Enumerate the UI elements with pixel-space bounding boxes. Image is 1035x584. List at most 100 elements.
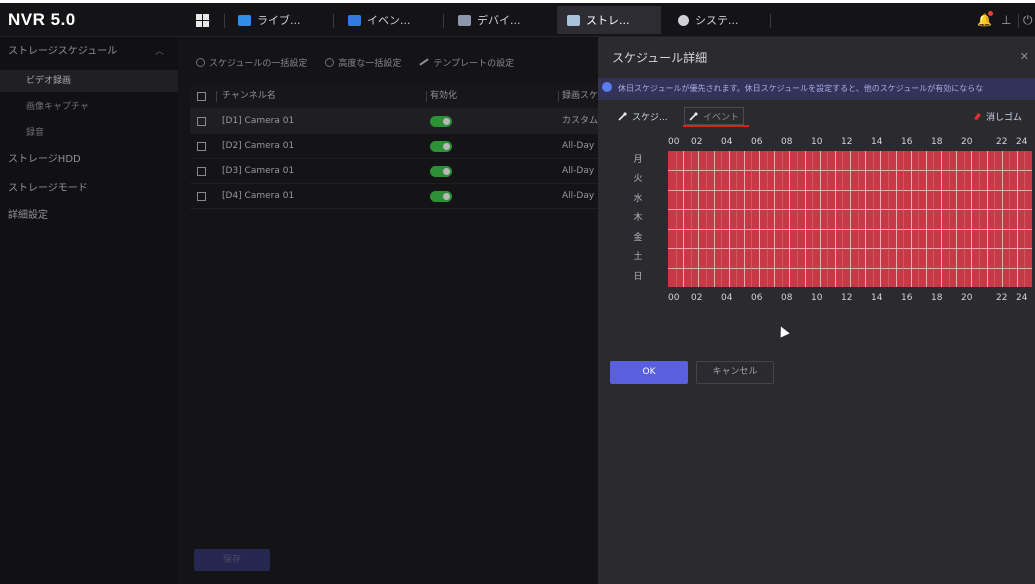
event-icon [348, 14, 361, 26]
schedule-mode-button[interactable]: スケジ... [614, 107, 672, 125]
sidebar-item-storage-hdd[interactable]: ストレージHDD [0, 149, 178, 171]
enable-toggle[interactable] [430, 141, 452, 152]
sidebar-item-audio[interactable]: 録音 [0, 122, 178, 144]
hour-tick: 14 [871, 293, 883, 303]
schedule-value[interactable]: All-Day [562, 184, 598, 209]
save-button[interactable]: 保存 [194, 549, 270, 571]
hour-tick: 14 [871, 137, 883, 147]
hour-tick: 06 [751, 137, 763, 147]
grid-column-line [676, 151, 677, 287]
enable-toggle[interactable] [430, 166, 452, 177]
grid-column-line [865, 151, 866, 287]
sidebar: ストレージスケジュール ︿ ビデオ録画 画像キャプチャ 録音 ストレージHDD … [0, 37, 178, 584]
grid-column-line [767, 151, 768, 287]
chevron-up-icon: ︿ [154, 47, 164, 57]
row-checkbox[interactable] [197, 192, 206, 201]
template-settings-button[interactable]: テンプレートの設定 [419, 55, 514, 69]
tab-event[interactable]: イベン... [338, 6, 421, 34]
grid-column-line [1009, 151, 1010, 287]
grid-column-line [873, 151, 874, 287]
hour-tick: 06 [751, 293, 763, 303]
sidebar-item-advanced[interactable]: 詳細設定 [0, 205, 178, 227]
grid-column-line [721, 151, 722, 287]
table-row[interactable]: [D1] Camera 01 カスタム [190, 109, 598, 134]
nav-divider [224, 14, 225, 28]
panel-title: スケジュール詳細 [612, 51, 708, 65]
grid-column-line [918, 151, 919, 287]
time-axis-bottom: 00 02 04 06 08 10 12 14 16 18 20 22 24 [668, 293, 1032, 305]
grid-column-line [729, 151, 730, 287]
select-all-checkbox[interactable] [197, 92, 206, 101]
template-settings-label: テンプレートの設定 [433, 58, 515, 69]
column-divider [216, 91, 217, 102]
row-checkbox[interactable] [197, 117, 206, 126]
sidebar-item-storage-mode[interactable]: ストレージモード [0, 178, 178, 200]
nav-divider [333, 14, 334, 28]
export-icon[interactable]: ⊥ [1001, 13, 1011, 27]
grid-column-line [842, 151, 843, 287]
row-checkbox[interactable] [197, 167, 206, 176]
top-navigation-bar: NVR 5.0 ライブ... イベン... デバイ... ストレ... システ.… [0, 3, 1035, 37]
advanced-batch-button[interactable]: 高度な一括設定 [325, 55, 401, 69]
storage-icon [567, 14, 580, 26]
schedule-value[interactable]: カスタム [562, 109, 598, 134]
column-divider [558, 91, 559, 102]
close-icon[interactable]: ✕ [1020, 50, 1029, 63]
table-header: チャンネル名 有効化 録画スケ [190, 84, 598, 109]
notification-dot [988, 11, 993, 16]
home-grid-icon[interactable] [196, 14, 209, 27]
tab-system[interactable]: システ... [668, 6, 749, 34]
tab-event-label: イベン... [367, 14, 411, 27]
schedule-value[interactable]: All-Day [562, 159, 598, 184]
column-header-enable: 有効化 [430, 91, 458, 101]
event-mode-button[interactable]: イベント [684, 107, 745, 125]
tab-live[interactable]: ライブ... [228, 6, 311, 34]
tab-device[interactable]: デバイ... [448, 6, 531, 34]
grid-column-line [933, 151, 934, 287]
sidebar-section-storage-schedule[interactable]: ストレージスケジュール ︿ [0, 41, 178, 63]
schedule-value[interactable]: All-Day [562, 134, 598, 159]
wand-icon [689, 112, 698, 121]
tab-storage[interactable]: ストレ... [557, 6, 661, 34]
eraser-button[interactable]: 消しゴム [968, 107, 1026, 125]
row-checkbox[interactable] [197, 142, 206, 151]
sidebar-item-label: ストレージHDD [8, 154, 81, 165]
weekly-schedule-grid[interactable] [668, 151, 1032, 287]
grid-column-line [820, 151, 821, 287]
tab-live-label: ライブ... [257, 14, 301, 27]
table-row[interactable]: [D2] Camera 01 All-Day [190, 134, 598, 159]
batch-schedule-button[interactable]: スケジュールの一括設定 [196, 55, 307, 69]
schedule-toolbar: スケジュールの一括設定 高度な一括設定 テンプレートの設定 [196, 55, 514, 69]
tab-storage-label: ストレ... [586, 14, 630, 27]
column-divider [426, 91, 427, 102]
grid-column-line [683, 151, 684, 287]
hour-tick: 10 [811, 137, 823, 147]
table-row[interactable]: [D4] Camera 01 All-Day [190, 184, 598, 209]
grid-column-line [979, 151, 980, 287]
sidebar-item-video-recording[interactable]: ビデオ録画 [0, 70, 178, 92]
cancel-button[interactable]: キャンセル [696, 361, 774, 384]
day-label-tue: 火 [633, 174, 643, 184]
hour-tick: 16 [901, 293, 913, 303]
event-underline-marker [683, 125, 749, 127]
schedule-mode-label: スケジ... [632, 112, 668, 123]
grid-column-line [691, 151, 692, 287]
eraser-icon [974, 113, 981, 120]
event-mode-label: イベント [703, 112, 740, 123]
grid-column-line [896, 151, 897, 287]
table-row[interactable]: [D3] Camera 01 All-Day [190, 159, 598, 184]
enable-toggle[interactable] [430, 116, 452, 127]
power-icon[interactable]: ⏻ [1023, 13, 1033, 28]
enable-toggle[interactable] [430, 191, 452, 202]
hour-tick: 08 [781, 293, 793, 303]
eraser-label: 消しゴム [986, 112, 1023, 123]
gear-icon [196, 57, 205, 67]
hour-tick: 00 [668, 137, 680, 147]
sidebar-item-image-capture[interactable]: 画像キャプチャ [0, 96, 178, 118]
ok-button[interactable]: OK [610, 361, 688, 384]
hour-tick: 02 [691, 293, 703, 303]
hour-tick: 04 [721, 293, 733, 303]
hour-tick: 16 [901, 137, 913, 147]
grid-column-line [1024, 151, 1025, 287]
hour-tick: 24 [1016, 293, 1028, 303]
